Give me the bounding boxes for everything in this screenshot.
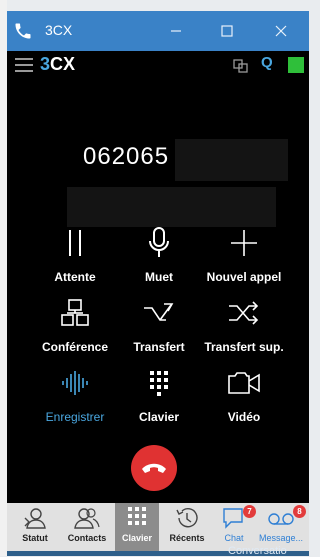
nav-contacts[interactable]: Contacts: [61, 503, 113, 551]
nav-status[interactable]: Statut: [13, 503, 57, 551]
window-title: 3CX: [45, 22, 73, 38]
maximize-icon: [221, 25, 233, 37]
hangup-phone-icon: [142, 463, 166, 473]
minimize-button[interactable]: [162, 19, 190, 43]
nav-messages-label: Message...: [258, 533, 304, 543]
attended-transfer-label: Transfert sup.: [204, 340, 284, 354]
keypad-icon: [150, 371, 168, 396]
attended-transfer-icon: [229, 301, 259, 325]
recents-clock-icon: [176, 508, 198, 528]
voicemail-icon: [268, 513, 294, 525]
background-window-text: Conversatio: [228, 545, 287, 557]
phone-icon: [15, 23, 31, 39]
maximize-button[interactable]: [213, 19, 241, 43]
video-camera-icon: [228, 372, 260, 394]
contacts-icon: [74, 508, 100, 529]
nav-recents[interactable]: Récents: [163, 503, 211, 551]
plus-icon: [231, 230, 257, 256]
nav-recents-label: Récents: [169, 533, 205, 543]
microphone-icon: [149, 227, 169, 257]
close-button[interactable]: [267, 19, 295, 43]
conference-icon: [61, 299, 89, 326]
keypad-icon: [128, 507, 146, 525]
menu-icon[interactable]: [15, 58, 33, 72]
status-person-icon: [24, 508, 46, 529]
close-icon: [275, 25, 287, 37]
transfer-icon: [144, 303, 174, 321]
nav-keypad-label: Clavier: [121, 533, 153, 543]
softphone-window: 3CX 3CX Q 062065 Attente Muet Nouvel app…: [0, 0, 309, 557]
presence-status-indicator[interactable]: [288, 57, 304, 73]
video-label: Vidéo: [227, 410, 261, 424]
app-logo: 3CX: [40, 54, 76, 74]
attended-transfer-button[interactable]: Transfert sup.: [194, 293, 294, 354]
pause-icon: [69, 230, 81, 256]
video-button[interactable]: Vidéo: [194, 363, 294, 424]
queue-status[interactable]: Q: [261, 54, 273, 71]
title-bar: 3CX: [7, 11, 309, 51]
app-header: 3CX Q: [7, 51, 309, 79]
redacted-block: [175, 139, 288, 181]
nav-chat-label: Chat: [224, 533, 244, 543]
redacted-block: [67, 187, 276, 227]
bottom-navigation: Statut Contacts Clavier Récents Chat 7 M…: [7, 503, 309, 551]
new-call-button[interactable]: Nouvel appel: [194, 223, 294, 284]
new-call-label: Nouvel appel: [206, 270, 282, 284]
dialed-number: 062065: [83, 143, 170, 170]
nav-keypad[interactable]: Clavier: [115, 503, 159, 551]
call-screen: 3CX Q 062065 Attente Muet Nouvel appel C…: [7, 51, 309, 503]
nav-chat[interactable]: Chat 7: [215, 503, 256, 551]
dual-sim-icon[interactable]: [233, 58, 249, 74]
messages-unread-badge: 8: [293, 505, 306, 518]
nav-contacts-label: Contacts: [67, 533, 107, 543]
nav-messages[interactable]: Message... 8: [255, 503, 307, 551]
hangup-button[interactable]: [131, 445, 177, 491]
minimize-icon: [171, 30, 181, 32]
nav-status-label: Statut: [22, 533, 48, 543]
record-waveform-icon: [62, 371, 88, 395]
